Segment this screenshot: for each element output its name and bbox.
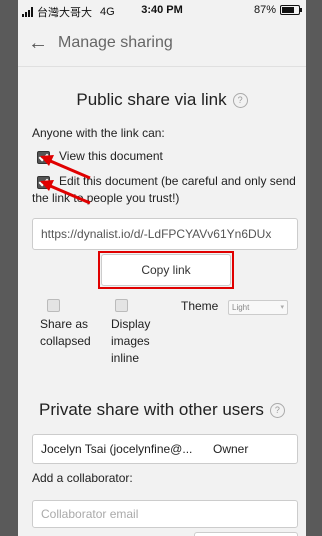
edit-label-line2: the link to people you trust!) [32, 191, 180, 205]
highlight-box [98, 251, 234, 289]
private-share-heading: Private share with other users [39, 400, 264, 419]
theme-label: Theme [181, 299, 219, 313]
collaborator-name: Jocelyn Tsai (jocelynfine@... [41, 442, 193, 456]
status-right: 87% [253, 4, 302, 16]
edit-checkbox[interactable] [37, 176, 50, 189]
status-bar: 台灣大哥大 4G 3:40 PM 87% [18, 0, 306, 20]
help-icon[interactable]: ? [232, 93, 248, 108]
collaborator-role: Owner [213, 442, 249, 456]
back-arrow-icon[interactable]: ← [26, 30, 50, 56]
battery-icon [280, 5, 302, 15]
add-collaborator-label: Add a collaborator: [32, 471, 133, 485]
phone-screen: 台灣大哥大 4G 3:40 PM 87% ← Manage sharing Pu… [18, 0, 306, 536]
share-collapsed-label-1: Share as [40, 317, 89, 331]
collaborator-email-input[interactable]: Collaborator email [32, 500, 298, 528]
chevron-down-icon: ▾ [280, 304, 284, 311]
collaborator-row: Jocelyn Tsai (jocelynfine@... Owner [32, 434, 298, 464]
public-share-title: Public share via link? [18, 90, 306, 110]
view-label: View this document [59, 149, 163, 163]
help-icon-private[interactable]: ? [269, 403, 285, 418]
display-images-label-1: Display [111, 317, 151, 331]
share-collapsed-checkbox[interactable] [47, 299, 60, 312]
share-collapsed-label-2: collapsed [40, 334, 91, 348]
page-title: Manage sharing [58, 34, 173, 51]
email-placeholder: Collaborator email [41, 507, 139, 521]
theme-select[interactable]: Light ▾ [228, 300, 288, 315]
share-link-field[interactable]: https://dynalist.io/d/-LdFPCYAVv61Yn6DUx [32, 218, 298, 250]
theme-value: Light [232, 303, 250, 312]
display-images-label-3: inline [111, 351, 140, 365]
battery-percent: 87% [253, 4, 276, 16]
view-checkbox[interactable] [37, 151, 50, 164]
battery-level [282, 7, 294, 13]
collaborator-role-select[interactable] [194, 532, 298, 536]
public-share-heading: Public share via link [76, 90, 227, 109]
display-images-checkbox[interactable] [115, 299, 128, 312]
app-header: ← Manage sharing [18, 22, 306, 67]
display-images-label-2: images [111, 334, 150, 348]
anyone-label: Anyone with the link can: [32, 126, 165, 140]
edit-label-line1: Edit this document (be careful and only … [59, 174, 296, 188]
private-share-title: Private share with other users? [18, 400, 306, 420]
